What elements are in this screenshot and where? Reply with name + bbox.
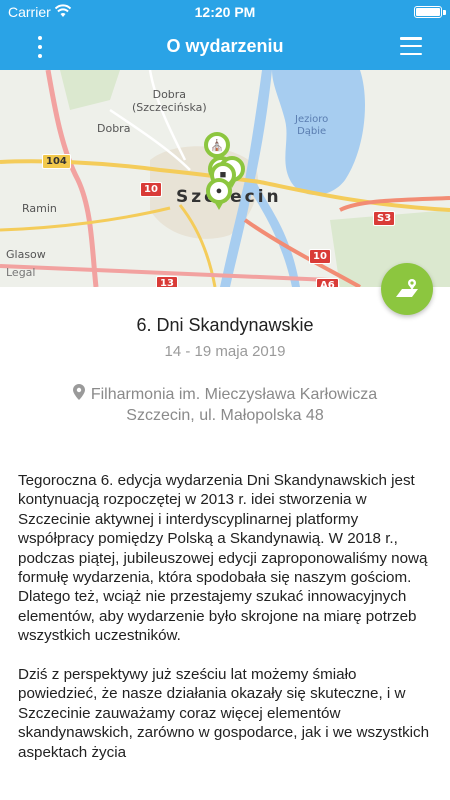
event-date: 14 - 19 maja 2019 [164,343,286,360]
event-map[interactable]: Dobra (Szczecińska) Dobra Ramin Glasow L… [0,70,450,287]
road-badge-a6: A6 [316,278,339,287]
clock: 12:20 PM [194,4,256,20]
map-label-dobra: Dobra [97,122,131,135]
venue-name: Filharmonia im. Mieczysława Karłowicza [90,386,378,403]
road-badge-10: 10 [140,182,162,197]
description-paragraph: Dziś z perspektywy już sześciu lat możem… [18,666,430,761]
nav-bar: O wydarzeniu [0,24,450,70]
road-badge-10-east: 10 [309,249,331,264]
map-legal-link[interactable]: Legal [6,266,35,279]
map-label-ramin: Ramin [22,202,57,215]
hamburger-menu-icon[interactable] [400,37,422,55]
page-title: O wydarzeniu [166,36,284,56]
map-label-glasow: Glasow [6,248,46,261]
road-badge-13: 13 [156,276,178,287]
location-pin-icon [72,384,85,400]
event-venue[interactable]: Filharmonia im. Mieczysława Karłowicza S… [0,384,450,426]
battery-icon [414,6,446,18]
map-label-lake: Jezioro Dąbie [295,114,329,137]
directions-map-button[interactable] [381,263,433,315]
status-bar: Carrier 12:20 PM [0,0,450,24]
map-label-dobra-szczecinska: Dobra (Szczecińska) [132,88,207,114]
map-route-icon [396,279,418,297]
event-description: Tegoroczna 6. edycja wydarzenia Dni Skan… [18,471,432,781]
app-header: Carrier 12:20 PM O wydarzeniu [0,0,450,70]
venue-address: Szczecin, ul. Małopolska 48 [126,407,324,424]
event-title: 6. Dni Skandynawskie [136,315,314,335]
road-badge-s3: S3 [373,211,396,226]
road-badge-104: 104 [42,154,71,169]
map-marker-person-icon[interactable]: ● [206,178,232,210]
map-marker-building-icon[interactable]: ⛪ [204,132,230,164]
description-paragraph: Tegoroczna 6. edycja wydarzenia Dni Skan… [18,472,428,645]
